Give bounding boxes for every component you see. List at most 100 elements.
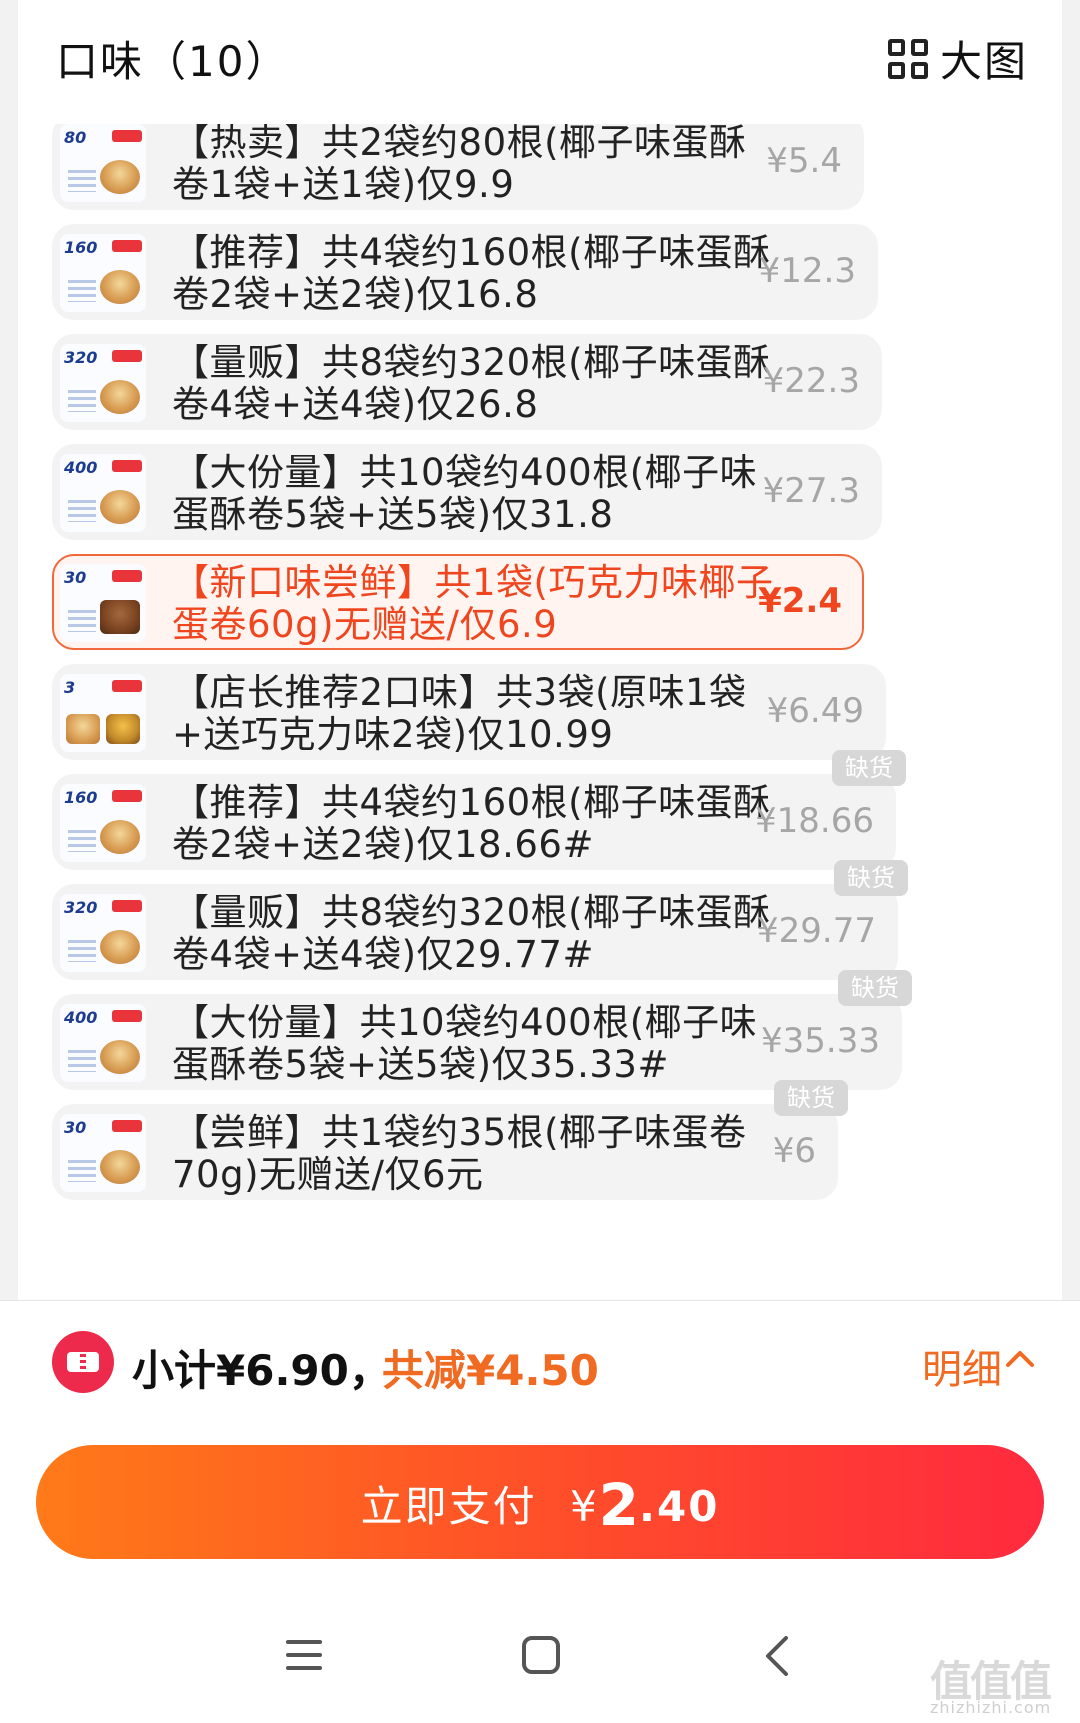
thumbnail-count-badge: 320 xyxy=(64,898,98,917)
thumbnail-promo-tag xyxy=(112,790,142,802)
option-title: 【量贩】共8袋约320根(椰子味蛋酥 卷4袋+送4袋)仅26.8 xyxy=(172,342,782,426)
flavor-option[interactable]: 160 【推荐】共4袋约160根(椰子味蛋酥 卷2袋+送2袋)仅18.66# ¥18.… xyxy=(52,774,896,870)
large-view-toggle[interactable]: 大图 xyxy=(887,28,1028,89)
option-title-line: 卷1袋+送1袋)仅9.9 xyxy=(172,163,515,206)
thumbnail-promo-tag xyxy=(112,1010,142,1022)
option-title: 【热卖】共2袋约80根(椰子味蛋酥 卷1袋+送1袋)仅9.9 xyxy=(172,124,782,206)
flavor-header: 口味（10） 大图 xyxy=(38,24,1028,86)
watermark-url: zhizhizhi.com xyxy=(930,1698,1052,1717)
option-title-line: 【大份量】共10袋约400根(椰子味 xyxy=(172,1002,758,1044)
option-title-line: 卷4袋+送4袋)仅26.8 xyxy=(172,383,539,426)
thumbnail-count-badge: 400 xyxy=(64,458,98,477)
subtotal-text: 小计¥6.90， xyxy=(132,1346,391,1395)
thumbnail-text-lines xyxy=(68,390,96,412)
option-title: 【新口味尝鲜】共1袋(巧克力味椰子 蛋卷60g)无赠送/仅6.9 xyxy=(172,562,782,646)
discount-text: 共减¥4.50 xyxy=(382,1346,599,1395)
product-thumbnail: 30 xyxy=(60,564,146,642)
thumbnail-text-lines xyxy=(68,1050,96,1072)
option-price: ¥6.49 xyxy=(766,691,864,731)
out-of-stock-badge: 缺货 xyxy=(834,860,908,896)
home-icon[interactable] xyxy=(522,1636,560,1674)
recent-apps-icon[interactable] xyxy=(286,1638,322,1672)
option-title-line: 70g)无赠送/仅6元 xyxy=(172,1153,484,1196)
thumbnail-promo-tag xyxy=(112,1120,142,1132)
thumbnail-count-badge: 3 xyxy=(64,678,76,697)
pay-amount-decimal: .40 xyxy=(639,1482,720,1531)
snack-image xyxy=(100,600,140,634)
out-of-stock-badge: 缺货 xyxy=(832,750,906,786)
flavor-option[interactable]: 30 【新口味尝鲜】共1袋(巧克力味椰子 蛋卷60g)无赠送/仅6.9 ¥2.4 xyxy=(52,554,864,650)
option-title-line: 蛋卷60g)无赠送/仅6.9 xyxy=(172,603,558,646)
option-price: ¥18.66 xyxy=(755,801,874,841)
pay-now-button[interactable]: 立即支付 ¥2.40 xyxy=(36,1445,1044,1559)
flavor-option[interactable]: 320 【量贩】共8袋约320根(椰子味蛋酥 卷4袋+送4袋)仅29.77# ¥29.… xyxy=(52,884,898,980)
option-price: ¥29.77 xyxy=(757,911,876,951)
detail-link[interactable]: 明细 xyxy=(922,1337,1002,1395)
thumbnail-text-lines xyxy=(68,500,96,522)
product-thumbnail: 160 xyxy=(60,234,146,312)
option-title-line: 【量贩】共8袋约320根(椰子味蛋酥 xyxy=(172,892,771,934)
option-price: ¥35.33 xyxy=(761,1021,880,1061)
option-price: ¥2.4 xyxy=(758,581,842,621)
pay-currency: ¥ xyxy=(569,1482,599,1531)
thumbnail-promo-tag xyxy=(112,130,142,142)
thumbnail-count-badge: 30 xyxy=(64,1118,87,1137)
option-title-line: +送巧克力味2袋)仅10.99 xyxy=(172,713,614,756)
option-title: 【推荐】共4袋约160根(椰子味蛋酥 卷2袋+送2袋)仅18.66# xyxy=(172,782,782,866)
option-title-line: 蛋酥卷5袋+送5袋)仅35.33# xyxy=(172,1043,669,1086)
option-price: ¥5.4 xyxy=(766,141,842,181)
snack-image xyxy=(100,160,140,194)
snack-image xyxy=(100,380,140,414)
thumbnail-promo-tag xyxy=(112,460,142,472)
coupon-icon xyxy=(52,1331,114,1393)
option-title: 【大份量】共10袋约400根(椰子味 蛋酥卷5袋+送5袋)仅35.33# xyxy=(172,1002,782,1086)
option-title-line: 卷2袋+送2袋)仅18.66# xyxy=(172,823,594,866)
thumbnail-count-badge: 30 xyxy=(64,568,87,587)
product-thumbnail: 400 xyxy=(60,454,146,532)
option-title-line: 【推荐】共4袋约160根(椰子味蛋酥 xyxy=(172,782,771,824)
flavor-option[interactable]: 160 【推荐】共4袋约160根(椰子味蛋酥 卷2袋+送2袋)仅16.8 ¥12.3 xyxy=(52,224,878,320)
option-price: ¥12.3 xyxy=(758,251,856,291)
chevron-up-icon[interactable] xyxy=(1002,1341,1038,1377)
system-navigation-bar: 值值值 zhizhizhi.com xyxy=(0,1600,1080,1723)
thumbnail-count-badge: 400 xyxy=(64,1008,98,1027)
back-icon[interactable] xyxy=(762,1636,790,1676)
thumbnail-count-badge: 320 xyxy=(64,348,98,367)
option-title: 【尝鲜】共1袋约35根(椰子味蛋卷 70g)无赠送/仅6元 xyxy=(172,1112,782,1196)
product-thumbnail: 320 xyxy=(60,344,146,422)
thumbnail-count-badge: 160 xyxy=(64,238,98,257)
option-title-line: 【新口味尝鲜】共1袋(巧克力味椰子 xyxy=(172,562,774,604)
snack-image xyxy=(100,1040,140,1074)
flavor-option[interactable]: 400 【大份量】共10袋约400根(椰子味 蛋酥卷5袋+送5袋)仅35.33# ¥3… xyxy=(52,994,902,1090)
snack-image xyxy=(100,270,140,304)
grid-icon xyxy=(887,38,928,79)
option-title-line: 【店长推荐2口味】共3袋(原味1袋 xyxy=(172,672,747,714)
option-price: ¥22.3 xyxy=(762,361,860,401)
product-thumbnail: 80 xyxy=(60,124,146,202)
flavor-option[interactable]: 320 【量贩】共8袋约320根(椰子味蛋酥 卷4袋+送4袋)仅26.8 ¥22.3 xyxy=(52,334,882,430)
large-view-label: 大图 xyxy=(939,37,1028,86)
thumbnail-promo-tag xyxy=(112,350,142,362)
option-title-line: 【推荐】共4袋约160根(椰子味蛋酥 xyxy=(172,232,771,274)
flavor-options-list[interactable]: 80 【热卖】共2袋约80根(椰子味蛋酥 卷1袋+送1袋)仅9.9 ¥5.4 160 【推… xyxy=(52,124,1012,1300)
product-thumbnail: 30 xyxy=(60,1114,146,1192)
flavor-option[interactable]: 400 【大份量】共10袋约400根(椰子味 蛋酥卷5袋+送5袋)仅31.8 ¥27.… xyxy=(52,444,882,540)
thumbnail-promo-tag xyxy=(112,680,142,692)
pay-amount-integer: 2 xyxy=(598,1471,640,1539)
thumbnail-promo-tag xyxy=(112,570,142,582)
option-title-line: 蛋酥卷5袋+送5袋)仅31.8 xyxy=(172,493,614,536)
snack-image xyxy=(100,820,140,854)
option-title: 【推荐】共4袋约160根(椰子味蛋酥 卷2袋+送2袋)仅16.8 xyxy=(172,232,782,316)
flavor-option[interactable]: 3 【店长推荐2口味】共3袋(原味1袋 +送巧克力味2袋)仅10.99 ¥6.49 xyxy=(52,664,886,760)
option-title-line: 【量贩】共8袋约320根(椰子味蛋酥 xyxy=(172,342,771,384)
flavor-section-title: 口味（10） xyxy=(56,37,290,86)
flavor-option[interactable]: 80 【热卖】共2袋约80根(椰子味蛋酥 卷1袋+送1袋)仅9.9 ¥5.4 xyxy=(52,124,864,210)
flavor-option[interactable]: 30 【尝鲜】共1袋约35根(椰子味蛋卷 70g)无赠送/仅6元 ¥6 xyxy=(52,1104,838,1200)
snack-image xyxy=(100,930,140,964)
option-title: 【店长推荐2口味】共3袋(原味1袋 +送巧克力味2袋)仅10.99 xyxy=(172,672,782,756)
snack-image xyxy=(106,714,140,744)
pay-button-label: 立即支付 xyxy=(360,1482,537,1531)
out-of-stock-badge: 缺货 xyxy=(774,1080,848,1116)
option-title-line: 【尝鲜】共1袋约35根(椰子味蛋卷 xyxy=(172,1112,747,1154)
option-price: ¥27.3 xyxy=(762,471,860,511)
